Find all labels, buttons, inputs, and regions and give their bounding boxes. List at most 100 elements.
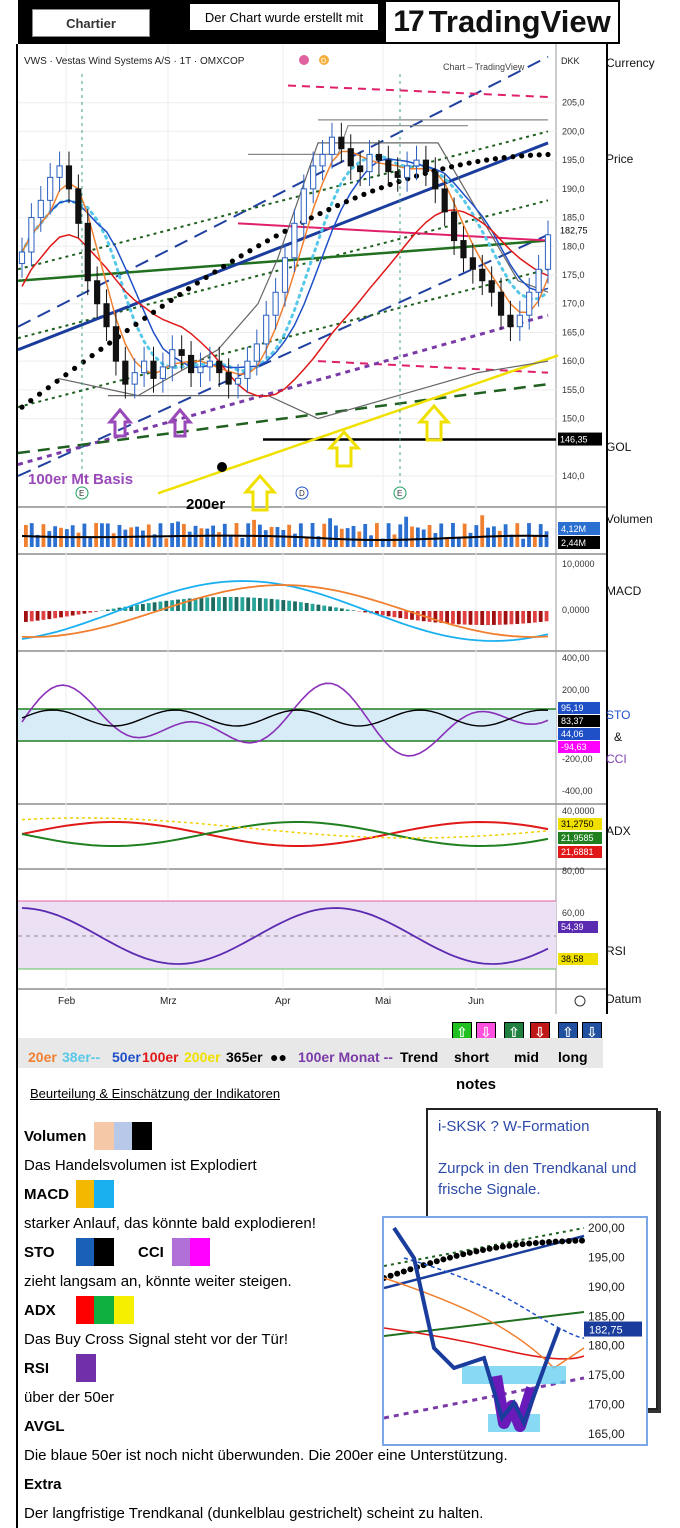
zoom-365-dot <box>433 1258 440 1265</box>
assessment-title: Beurteilung & Einschätzung der Indikator… <box>30 1086 281 1101</box>
zoom-365-dot <box>506 1242 513 1249</box>
macd-histogram-bar <box>228 597 233 611</box>
candle-body <box>300 188 307 224</box>
volume-bar <box>398 524 403 547</box>
macd-histogram-bar <box>386 611 391 617</box>
macd-histogram-bar <box>47 611 52 620</box>
ind-volumen-text: Das Handelsvolumen ist Explodiert <box>24 1157 257 1174</box>
ma365-dot <box>519 153 525 159</box>
volume-bar <box>386 523 391 547</box>
volume-bar <box>94 523 98 547</box>
adx-label: 31,2750 <box>561 819 594 829</box>
macd-histogram-bar <box>82 611 87 614</box>
volume-bar <box>544 531 549 547</box>
ind-adx-name: ADX <box>24 1302 56 1319</box>
zoom-365-dot <box>559 1238 566 1245</box>
ma365-dot <box>28 398 34 404</box>
main-chart: E D E 205,0 200,0 195,0 190,0 185,0 180,0 175,0 1… <box>16 44 608 1014</box>
zoom-365-dot <box>453 1252 460 1259</box>
right-labels: Currency Price GOL Volumen MACD STO & CC… <box>606 44 680 1014</box>
made-with-text: Der Chart wurde erstellt mit <box>190 4 378 30</box>
macd-histogram-bar <box>509 611 514 625</box>
zoom-365-dot <box>513 1241 519 1248</box>
label-currency: Currency <box>606 56 655 70</box>
chart-svg: E D E 205,0 200,0 195,0 190,0 185,0 180,0 175,0 1… <box>18 44 606 1014</box>
price-tick-label: 180,0 <box>562 241 585 251</box>
candle-body <box>47 176 54 201</box>
zoom-chart: 182,75 200,00 195,00 190,00 185,00 180,00 175… <box>382 1216 648 1446</box>
ma365-dot <box>203 274 209 281</box>
swatch-volumen-2 <box>114 1122 132 1150</box>
volume-bar <box>82 523 87 547</box>
price-tick-label: 175,0 <box>562 270 585 280</box>
zoom-tick-label: 175,00 <box>588 1368 625 1382</box>
macd-histogram-bar <box>328 606 332 611</box>
volume-bar <box>322 523 327 547</box>
ma365-dot <box>63 372 69 378</box>
volume-bar <box>427 525 432 547</box>
candle-body <box>216 360 223 374</box>
label-volumen: Volumen <box>606 512 653 526</box>
swatch-adx-2 <box>94 1296 114 1324</box>
rsi-tick: 60,00 <box>562 908 585 918</box>
svg-text:D: D <box>321 58 326 65</box>
macd-histogram-bar <box>310 603 315 611</box>
ma365-dot <box>448 164 455 170</box>
candle-body <box>197 366 204 374</box>
macd-histogram-bar <box>538 611 543 622</box>
watermark: Chart – TradingView <box>443 62 525 72</box>
zoom-365-dot <box>447 1254 453 1261</box>
ind-cci-name: CCI <box>138 1244 164 1261</box>
swatch-sto-1 <box>76 1238 94 1266</box>
candle-body <box>328 136 336 155</box>
ma365-dot <box>440 166 446 172</box>
candle-body <box>225 372 232 385</box>
volume-bar <box>298 523 303 547</box>
ma365-dot <box>335 202 341 209</box>
price-label-text: 182,75 <box>560 226 588 236</box>
ma365-dot <box>177 291 183 298</box>
zoom-365-dot <box>466 1249 473 1256</box>
label-sto: STO <box>606 708 631 722</box>
ma365-dot <box>370 188 376 194</box>
price-tick-label: 170,0 <box>562 299 585 309</box>
candle-body <box>94 280 101 305</box>
candle-body <box>310 165 317 190</box>
legend-short: short <box>454 1049 489 1065</box>
ind-volumen-name: Volumen <box>24 1128 87 1145</box>
ma365-dot <box>247 248 253 254</box>
legend-38: 38er-- <box>62 1049 101 1065</box>
candle-body <box>375 153 383 161</box>
volume-bar <box>351 525 356 547</box>
swatch-macd-1 <box>76 1180 94 1208</box>
ma365-dot <box>396 178 402 185</box>
macd-histogram-bar <box>527 611 531 624</box>
volume-bar <box>433 533 438 547</box>
candle-body <box>141 360 148 374</box>
macd-histogram-bar <box>415 611 420 621</box>
tradingview-icon: 17 <box>393 5 424 38</box>
zoom-365-dot <box>579 1237 585 1244</box>
macd-histogram-bar <box>445 611 449 624</box>
ind-rsi-name: RSI <box>24 1360 50 1377</box>
macd-histogram-bar <box>35 611 40 621</box>
volume-bar <box>451 523 455 547</box>
swatch-rsi <box>76 1354 96 1382</box>
volume-bar <box>263 530 268 547</box>
ma365-dot <box>501 155 507 161</box>
macd-histogram-bar <box>141 603 145 611</box>
zoom-365-dot <box>394 1270 401 1277</box>
macd-histogram-bar <box>404 611 409 619</box>
ma365-dot <box>229 258 235 264</box>
adx-label: 21,6881 <box>561 847 594 857</box>
candle-body <box>319 153 326 167</box>
candle-body <box>432 171 439 190</box>
x-axis-label: Mrz <box>160 996 177 1007</box>
legend-50: 50er <box>112 1049 141 1065</box>
volume-bar <box>240 537 245 547</box>
price-tick-label: 160,0 <box>562 356 585 366</box>
macd-histogram-bar <box>222 597 227 611</box>
label-amp: & <box>614 730 623 744</box>
zoom-cyan-box <box>462 1366 566 1384</box>
ind-extra-text: Der langfristige Trendkanal (dunkelblau … <box>24 1505 484 1522</box>
